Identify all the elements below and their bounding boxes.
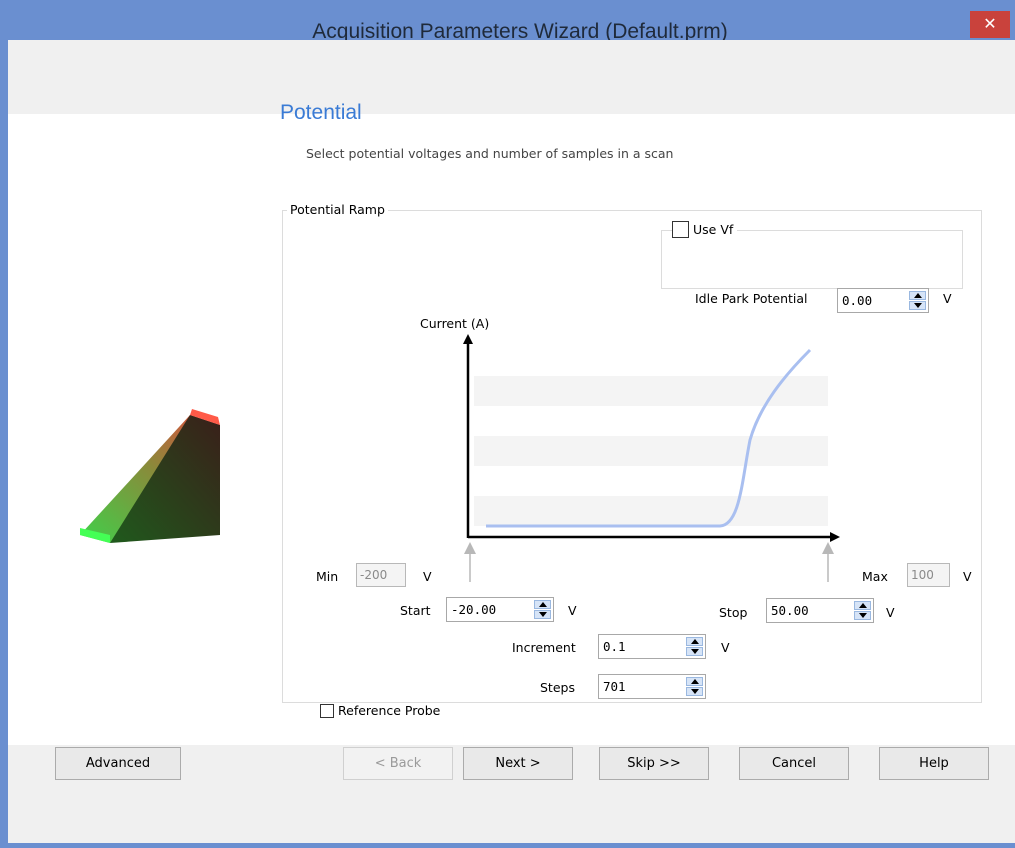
increment-spinner[interactable]: 0.1	[598, 634, 706, 659]
use-vf-label: Use Vf	[693, 222, 734, 237]
steps-value: 701	[603, 679, 626, 694]
stop-value: 50.00	[771, 603, 809, 618]
wizard-logo-icon	[80, 409, 220, 543]
spin-up-icon[interactable]	[854, 601, 871, 610]
back-button[interactable]: < Back	[343, 747, 453, 780]
skip-button[interactable]: Skip >>	[599, 747, 709, 780]
idle-park-unit: V	[943, 291, 952, 306]
increment-unit: V	[721, 640, 730, 655]
min-unit: V	[423, 569, 432, 584]
start-value: -20.00	[451, 602, 497, 617]
wizard-window: Acquisition Parameters Wizard (Default.p…	[0, 0, 1015, 848]
spin-down-icon[interactable]	[534, 610, 551, 619]
spin-down-icon[interactable]	[909, 301, 926, 310]
close-button[interactable]: ✕	[970, 11, 1010, 38]
x-axis-arrow-icon	[830, 532, 840, 542]
use-vf-checkbox[interactable]	[672, 221, 689, 238]
stop-label: Stop	[719, 605, 748, 620]
potential-ramp-plot	[463, 334, 840, 582]
plot-band	[474, 436, 828, 466]
max-label: Max	[862, 569, 888, 584]
page-title: Potential	[280, 101, 362, 124]
spin-up-icon[interactable]	[534, 600, 551, 609]
stop-marker-icon	[822, 542, 834, 554]
idle-park-label: Idle Park Potential	[695, 291, 808, 306]
min-field: -200	[356, 563, 406, 587]
reference-probe-label: Reference Probe	[338, 703, 441, 718]
steps-label: Steps	[540, 680, 575, 695]
increment-label: Increment	[512, 640, 576, 655]
advanced-button[interactable]: Advanced	[55, 747, 181, 780]
y-axis-arrow-icon	[463, 334, 473, 344]
increment-value: 0.1	[603, 639, 626, 654]
spin-up-icon[interactable]	[686, 637, 703, 646]
plot-band	[474, 496, 828, 526]
start-label: Start	[400, 603, 431, 618]
idle-park-spinner[interactable]: 0.00	[837, 288, 929, 313]
spin-down-icon[interactable]	[686, 647, 703, 656]
reference-probe-row[interactable]: Reference Probe	[320, 703, 440, 718]
spin-down-icon[interactable]	[854, 611, 871, 620]
reference-probe-checkbox[interactable]	[320, 703, 334, 718]
page-subtitle: Select potential voltages and number of …	[306, 146, 674, 161]
group-label: Potential Ramp	[287, 202, 388, 217]
spin-up-icon[interactable]	[909, 291, 926, 300]
use-vf-checkbox-row[interactable]: Use Vf	[672, 221, 738, 238]
max-field: 100	[907, 563, 950, 587]
help-button[interactable]: Help	[879, 747, 989, 780]
start-marker-icon	[464, 542, 476, 554]
use-vf-group	[661, 230, 963, 289]
steps-spinner[interactable]: 701	[598, 674, 706, 699]
stop-spinner[interactable]: 50.00	[766, 598, 874, 623]
stop-unit: V	[886, 605, 895, 620]
start-unit: V	[568, 603, 577, 618]
spin-up-icon[interactable]	[686, 677, 703, 686]
header-band	[8, 40, 1015, 114]
next-button[interactable]: Next >	[463, 747, 573, 780]
min-label: Min	[316, 569, 339, 584]
max-unit: V	[963, 569, 972, 584]
y-axis-label: Current (A)	[420, 316, 490, 331]
cancel-button[interactable]: Cancel	[739, 747, 849, 780]
spin-down-icon[interactable]	[686, 687, 703, 696]
idle-park-value: 0.00	[842, 293, 873, 308]
start-spinner[interactable]: -20.00	[446, 597, 554, 622]
